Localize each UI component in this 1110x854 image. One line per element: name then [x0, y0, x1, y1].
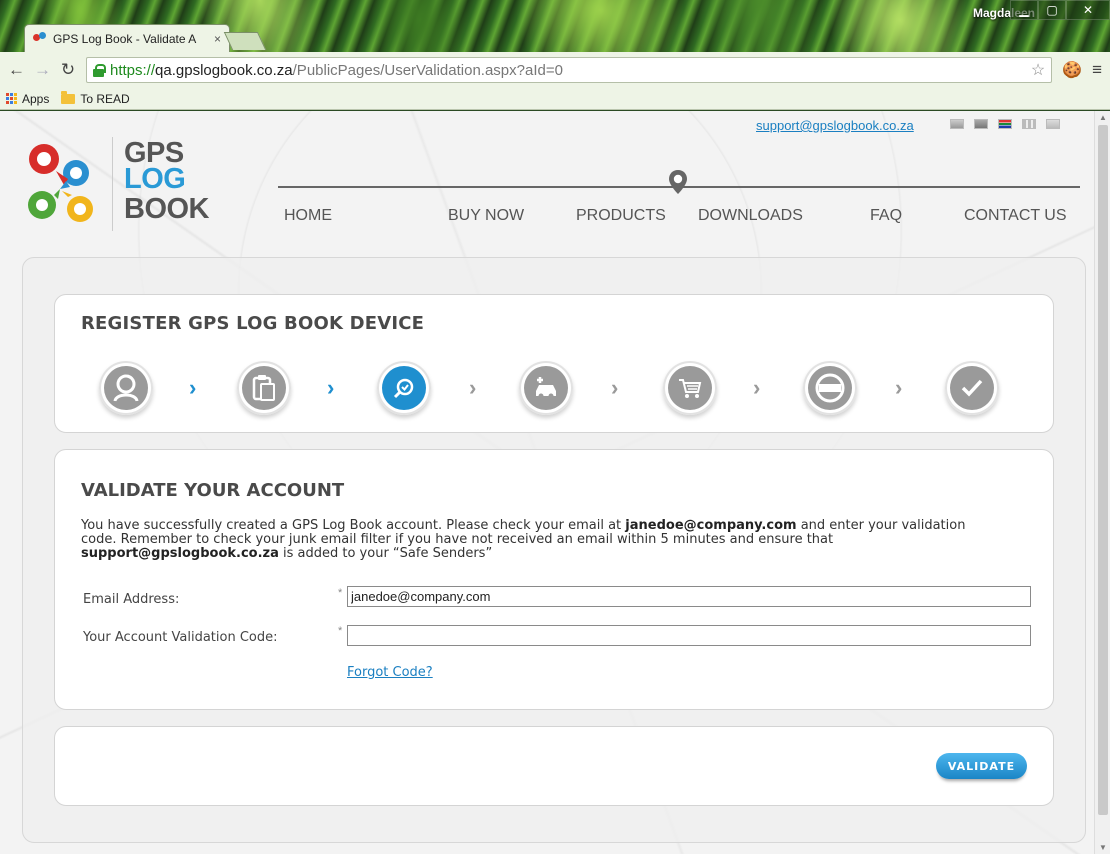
- url-scheme: https://: [110, 61, 156, 79]
- gps-logbook-favicon-icon: [33, 31, 47, 46]
- language-flag-icon[interactable]: [1022, 119, 1036, 129]
- required-marker: *: [338, 587, 343, 599]
- language-flag-icon[interactable]: [950, 119, 964, 129]
- bookmark-label: Apps: [22, 91, 50, 106]
- step-validate: [377, 361, 431, 415]
- scroll-up-icon[interactable]: ▲: [1099, 113, 1107, 122]
- logo-word: BOOK: [124, 193, 210, 225]
- map-pin-icon: [669, 170, 687, 194]
- register-title: REGISTER GPS LOG BOOK DEVICE: [81, 313, 425, 334]
- reload-icon[interactable]: ↻: [60, 60, 76, 80]
- apps-grid-icon: [6, 93, 17, 104]
- chevron-right-icon: ›: [895, 375, 903, 400]
- message-email: janedoe@company.com: [625, 518, 797, 533]
- bookmark-star-icon[interactable]: ☆: [1031, 60, 1045, 80]
- language-flag-icon[interactable]: [974, 119, 988, 129]
- nav-buy-now[interactable]: BUY NOW: [448, 207, 524, 225]
- new-tab-button[interactable]: [223, 32, 267, 50]
- nav-faq[interactable]: FAQ: [870, 207, 902, 225]
- maximize-icon[interactable]: ▢: [1038, 0, 1066, 20]
- logo-divider: [112, 137, 113, 231]
- message-text: is added to your “Safe Senders”: [278, 546, 493, 561]
- chevron-right-icon: ›: [611, 375, 619, 400]
- email-field[interactable]: [347, 586, 1031, 607]
- message-support-email: support@gpslogbook.co.za: [81, 546, 279, 561]
- step-payment: [803, 361, 857, 415]
- close-window-icon[interactable]: ✕: [1066, 0, 1110, 20]
- clipboard-icon: [252, 375, 275, 401]
- main-nav: HOME BUY NOW PRODUCTS DOWNLOADS FAQ CONT…: [278, 207, 1078, 229]
- register-steps-panel: REGISTER GPS LOG BOOK DEVICE › › › › › ›: [54, 294, 1054, 433]
- car-add-icon: [536, 377, 556, 399]
- validate-account-panel: VALIDATE YOUR ACCOUNT You have successfu…: [54, 449, 1054, 710]
- minimize-icon[interactable]: ▁: [1010, 0, 1038, 20]
- step-cart: [663, 361, 717, 415]
- browser-toolbar: ← → ↻ https://qa.gpslogbook.co.za/Public…: [0, 52, 1110, 88]
- validate-title: VALIDATE YOUR ACCOUNT: [81, 480, 345, 501]
- gps-log-book-logo[interactable]: GPS LOG BOOK: [24, 137, 224, 237]
- browser-titlebar: GPS Log Book - Validate A × Magdaleen ▁ …: [0, 0, 1110, 52]
- bookmarks-bar: Apps To READ: [0, 88, 1110, 110]
- required-marker: *: [338, 625, 343, 637]
- email-label: Email Address:: [83, 592, 180, 607]
- step-progress: › › › › › ›: [99, 359, 1019, 419]
- credit-card-icon: [815, 373, 845, 403]
- forward-arrow-icon[interactable]: →: [34, 60, 51, 80]
- bookmark-apps[interactable]: Apps: [6, 92, 49, 106]
- step-complete: [945, 361, 999, 415]
- validate-message: You have successfully created a GPS Log …: [81, 519, 1001, 561]
- chevron-right-icon: ›: [469, 375, 477, 400]
- page-viewport: support@gpslogbook.co.za GPS LOG BOOK HO…: [0, 111, 1094, 854]
- forgot-code-link[interactable]: Forgot Code?: [347, 665, 433, 680]
- window-controls: ▁ ▢ ✕: [1010, 0, 1110, 20]
- step-vehicle: [519, 361, 573, 415]
- chrome-menu-icon[interactable]: ≡: [1092, 60, 1102, 80]
- support-email-link[interactable]: support@gpslogbook.co.za: [756, 118, 914, 133]
- validate-button[interactable]: VALIDATE: [936, 753, 1027, 779]
- folder-icon: [61, 90, 76, 104]
- lock-icon: [93, 63, 106, 77]
- nav-products[interactable]: PRODUCTS: [576, 207, 666, 225]
- language-flags: [950, 119, 1060, 129]
- chevron-right-icon: ›: [189, 375, 197, 400]
- chevron-right-icon: ›: [753, 375, 761, 400]
- bookmark-to-read[interactable]: To READ: [61, 90, 130, 106]
- user-icon: [113, 374, 139, 402]
- tab-close-icon[interactable]: ×: [214, 32, 221, 46]
- bookmark-label: To READ: [80, 91, 130, 106]
- page-scrollbar[interactable]: ▲ ▼: [1094, 111, 1110, 854]
- south-africa-flag-icon[interactable]: [998, 119, 1012, 129]
- nav-contact-us[interactable]: CONTACT US: [964, 207, 1067, 225]
- validation-code-label: Your Account Validation Code:: [83, 630, 278, 645]
- tab-title: GPS Log Book - Validate A: [53, 31, 197, 46]
- chevron-right-icon: ›: [327, 375, 335, 400]
- nav-home[interactable]: HOME: [284, 207, 332, 225]
- cookie-extension-icon[interactable]: 🍪: [1062, 60, 1082, 80]
- nav-downloads[interactable]: DOWNLOADS: [698, 207, 803, 225]
- logo-pins-icon: [28, 144, 93, 222]
- scroll-down-icon[interactable]: ▼: [1099, 843, 1107, 852]
- search-check-icon: [393, 378, 414, 399]
- scroll-thumb[interactable]: [1098, 125, 1108, 815]
- step-details: [237, 361, 291, 415]
- validation-code-field[interactable]: [347, 625, 1031, 646]
- step-user: [99, 361, 153, 415]
- url-path: /PublicPages/UserValidation.aspx?aId=0: [292, 61, 563, 79]
- checkmark-icon: [961, 379, 983, 397]
- address-bar[interactable]: https://qa.gpslogbook.co.za/PublicPages/…: [86, 57, 1053, 83]
- action-panel: VALIDATE: [54, 726, 1054, 806]
- cart-icon: [679, 379, 702, 398]
- message-text: You have successfully created a GPS Log …: [81, 518, 626, 533]
- browser-tab[interactable]: GPS Log Book - Validate A ×: [24, 24, 230, 52]
- back-arrow-icon[interactable]: ←: [8, 60, 25, 80]
- url-host: qa.gpslogbook.co.za: [155, 61, 293, 79]
- language-flag-icon[interactable]: [1046, 119, 1060, 129]
- logo-word: LOG: [124, 163, 186, 195]
